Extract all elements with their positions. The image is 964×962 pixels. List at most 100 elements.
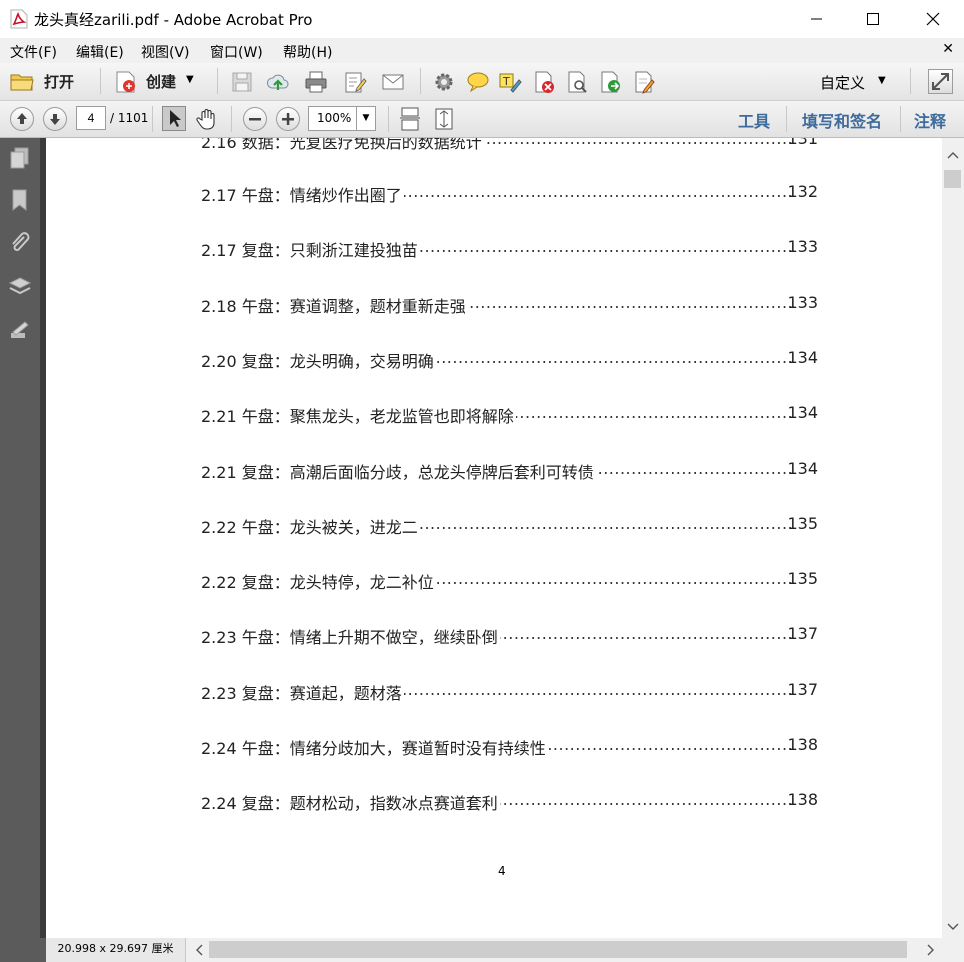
attachments-icon[interactable]: [8, 231, 32, 255]
toolbar-divider: [231, 106, 232, 132]
close-document-icon[interactable]: ✕: [942, 41, 954, 57]
toc-entry-label: 2.22 午盘：龙头被关，进龙二: [201, 514, 420, 538]
previous-page-button[interactable]: [10, 107, 34, 131]
toolbar-divider: [420, 68, 421, 94]
page-thumbnails-icon[interactable]: [8, 146, 32, 170]
page-footer-number: 4: [498, 864, 506, 878]
search-pages-icon[interactable]: [565, 70, 589, 94]
toc-entry-page: 134: [787, 459, 818, 478]
toc-entry-label: 2.16 数据：光复医疗免换后的数据统计: [201, 138, 484, 153]
bookmarks-icon[interactable]: [8, 188, 32, 212]
acrobat-app-icon: [10, 9, 28, 29]
export-page-icon[interactable]: [598, 70, 622, 94]
create-button[interactable]: 创建 ▼: [112, 69, 198, 95]
toolbar-divider: [217, 68, 218, 94]
comment-pane-link[interactable]: 注释: [914, 108, 946, 132]
horizontal-scrollbar[interactable]: 20.998 x 29.697 厘米: [46, 938, 964, 962]
maximize-icon: [867, 13, 879, 25]
navigation-pane: [0, 138, 40, 962]
toc-entry-page: 132: [787, 182, 818, 201]
expand-icon: [932, 73, 949, 90]
fit-page-icon[interactable]: [432, 107, 456, 131]
customize-dropdown-icon: ▼: [878, 75, 886, 86]
zoom-level-value: 100%: [317, 111, 352, 125]
navigation-pane-footer: [0, 938, 46, 962]
scrolling-mode-icon[interactable]: [398, 107, 422, 131]
minus-icon: [249, 118, 261, 121]
menu-file[interactable]: 文件(F): [10, 42, 57, 62]
toc-entry-page: 138: [787, 790, 818, 809]
minimize-icon: [811, 18, 822, 20]
page-number-input[interactable]: [76, 106, 106, 130]
toolbar-divider: [900, 106, 901, 132]
menu-help[interactable]: 帮助(H): [283, 42, 332, 62]
toolbar-divider: [388, 106, 389, 132]
open-label: 打开: [44, 73, 75, 91]
scroll-up-icon[interactable]: [947, 150, 959, 160]
toc-entry-label: 2.23 午盘：情绪上升期不做空，继续卧倒: [201, 624, 500, 648]
toc-entry-page: 135: [787, 514, 818, 533]
save-icon[interactable]: [230, 70, 254, 94]
toc-entry-label: 2.18 午盘：赛道调整，题材重新走强: [201, 293, 468, 317]
arrow-down-icon: [50, 114, 60, 125]
fill-sign-pane-link[interactable]: 填写和签名: [802, 108, 882, 132]
vertical-scrollbar[interactable]: [942, 138, 964, 938]
zoom-out-button[interactable]: [243, 107, 267, 131]
horizontal-scroll-thumb[interactable]: [209, 941, 907, 958]
folder-icon: [10, 74, 34, 91]
toc-entry-page: 134: [787, 403, 818, 422]
customize-dropdown[interactable]: 自定义 ▼: [812, 69, 894, 95]
minimize-button[interactable]: [794, 0, 840, 38]
cursor-arrow-icon: [170, 110, 181, 127]
comment-bubble-icon[interactable]: [466, 70, 490, 94]
hand-tool-icon[interactable]: [195, 107, 219, 131]
menu-bar: 文件(F) 编辑(E) 视图(V) 窗口(W) 帮助(H) ✕: [0, 38, 964, 63]
toc-entry-page: 131: [787, 138, 818, 148]
toc-entry-page: 133: [787, 293, 818, 312]
next-page-button[interactable]: [43, 107, 67, 131]
maximize-button[interactable]: [850, 0, 896, 38]
zoom-in-button[interactable]: [276, 107, 300, 131]
cloud-upload-icon[interactable]: [266, 70, 290, 94]
scroll-left-icon[interactable]: [194, 944, 204, 956]
remove-page-icon[interactable]: [532, 70, 556, 94]
menu-view[interactable]: 视图(V): [141, 42, 190, 62]
toc-entry-label: 2.17 复盘：只剩浙江建投独苗: [201, 237, 420, 261]
page-total: / 1101: [110, 111, 149, 125]
sign-document-icon[interactable]: [632, 70, 656, 94]
toc-entry-label: 2.22 复盘：龙头特停，龙二补位: [201, 569, 436, 593]
settings-gear-icon[interactable]: [432, 70, 456, 94]
close-button[interactable]: [910, 0, 956, 38]
email-icon[interactable]: [381, 70, 405, 94]
select-tool-button[interactable]: [162, 106, 186, 131]
open-button[interactable]: 打开: [8, 69, 86, 95]
tools-pane-link[interactable]: 工具: [738, 108, 770, 132]
menu-edit[interactable]: 编辑(E): [76, 42, 124, 62]
arrow-up-icon: [17, 113, 27, 124]
highlight-text-icon[interactable]: T: [498, 70, 522, 94]
toc-entry-page: 134: [787, 348, 818, 367]
zoom-level-select[interactable]: 100% ▼: [308, 106, 376, 131]
toolbar-divider: [910, 68, 911, 94]
toc-entry-page: 137: [787, 680, 818, 699]
create-pdf-icon: [116, 71, 135, 93]
vertical-scroll-thumb[interactable]: [944, 170, 961, 188]
edit-document-icon[interactable]: [343, 70, 367, 94]
toolbar-divider: [100, 68, 101, 94]
scroll-right-icon[interactable]: [926, 944, 936, 956]
scroll-down-icon[interactable]: [947, 922, 959, 932]
toc-entry-page: 138: [787, 735, 818, 754]
document-page: ........................................…: [46, 138, 942, 938]
full-screen-button[interactable]: [928, 69, 953, 94]
toc-entry-label: 2.21 复盘：高潮后面临分歧，总龙头停牌后套利可转债: [201, 459, 596, 483]
customize-label: 自定义: [820, 74, 866, 92]
layers-icon[interactable]: [8, 275, 32, 299]
window-title: 龙头真经zarili.pdf - Adobe Acrobat Pro: [34, 11, 313, 29]
toc-entry-label: 2.24 复盘：题材松动，指数冰点赛道套利: [201, 790, 500, 814]
toolbar-divider: [786, 106, 787, 132]
print-icon[interactable]: [304, 70, 328, 94]
zoom-dropdown-icon: ▼: [356, 107, 375, 130]
create-label: 创建: [146, 73, 177, 91]
signatures-icon[interactable]: [8, 318, 32, 342]
menu-window[interactable]: 窗口(W): [210, 42, 263, 62]
